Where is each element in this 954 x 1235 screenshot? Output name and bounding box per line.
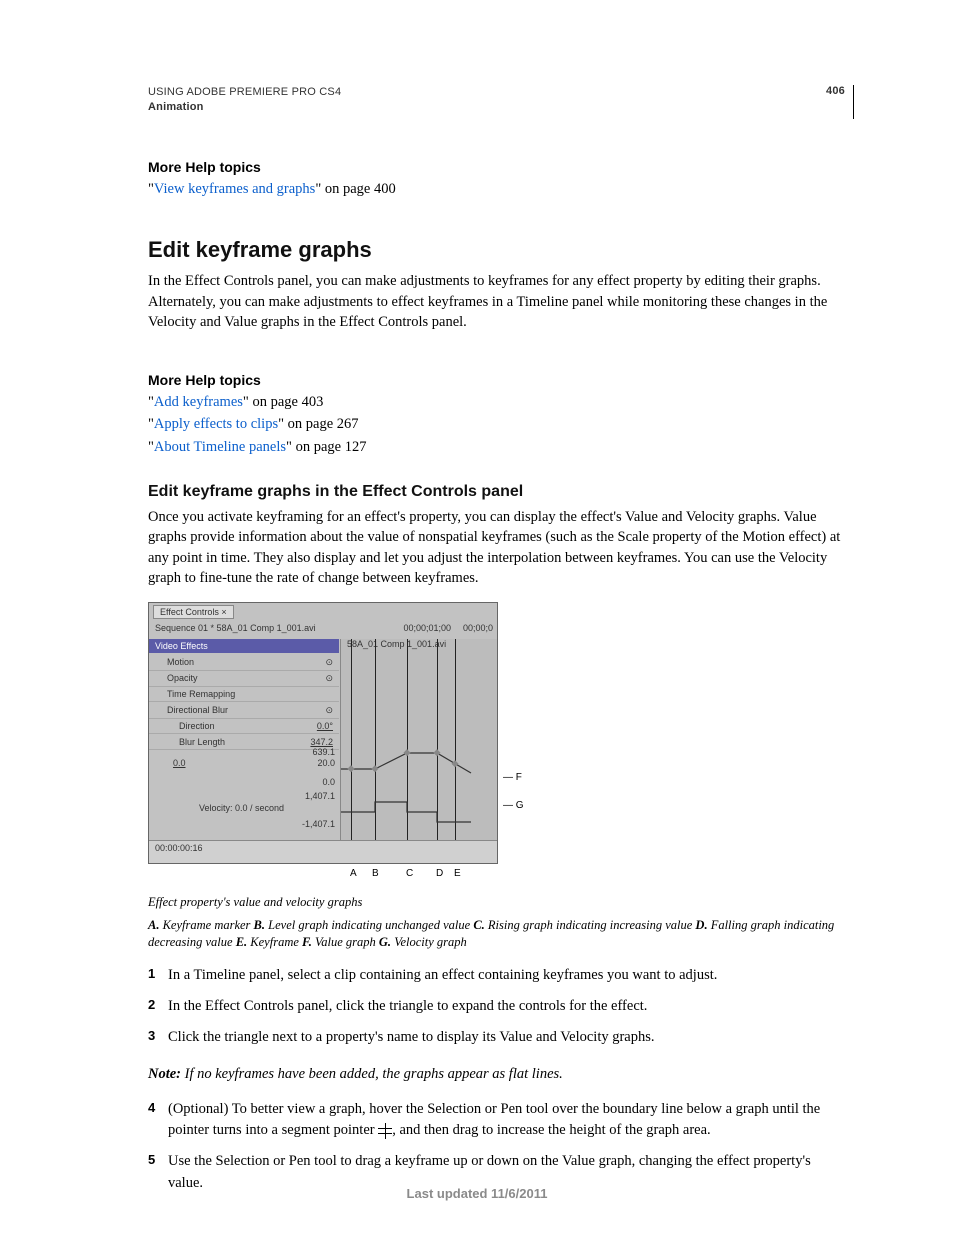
link-view-keyframes[interactable]: View keyframes and graphs [154, 181, 315, 197]
callout-a: A [350, 868, 357, 879]
figure-row-motion: Motion⊙ [149, 655, 339, 671]
page-number: 406 [826, 85, 845, 97]
figure-row-opacity: Opacity⊙ [149, 671, 339, 687]
note: Note: If no keyframes have been added, t… [148, 1064, 846, 1085]
figure-value-graph [341, 747, 497, 777]
figure-clip-name: 58A_01 Comp 1_001.avi [347, 639, 446, 649]
figure-timecode2: 00;00;0 [463, 623, 493, 633]
intro-paragraph: In the Effect Controls panel, you can ma… [148, 271, 846, 332]
step-3: Click the triangle next to a property's … [148, 1027, 846, 1048]
callout-c: C [406, 868, 413, 879]
help-link-row-1: "View keyframes and graphs" on page 400 [148, 179, 846, 199]
paragraph-2: Once you activate keyframing for an effe… [148, 507, 846, 588]
page-header: USING ADOBE PREMIERE PRO CS4 Animation 4… [148, 85, 854, 119]
link-tail-2c: " on page 127 [286, 439, 366, 455]
figure-caption-legend: A. Keyframe marker B. Level graph indica… [148, 917, 846, 951]
link-apply-effects[interactable]: Apply effects to clips [154, 416, 278, 432]
figure-sequence: Sequence 01 * 58A_01 Comp 1_001.avi [155, 623, 316, 633]
link-tail-2b: " on page 267 [278, 416, 358, 432]
figure-bottom-bar: 00:00:00:16 [149, 840, 497, 863]
header-product: USING ADOBE PREMIERE PRO CS4 [148, 85, 341, 100]
help-link-row-2a: "Add keyframes" on page 403 [148, 392, 846, 412]
note-text: If no keyframes have been added, the gra… [181, 1066, 563, 1082]
callout-b: B [372, 868, 379, 879]
figure-vel-hi: 1,407.1 [305, 791, 335, 801]
figure-value-mid: 20.0 [317, 758, 335, 768]
figure-row-blur-length: Blur Length347.2 [149, 735, 339, 750]
callout-e: E [454, 868, 461, 879]
footer-updated: Last updated 11/6/2011 [0, 1186, 954, 1201]
figure-effect-controls: Effect Controls × Sequence 01 * 58A_01 C… [148, 602, 498, 864]
steps-list-2: (Optional) To better view a graph, hover… [148, 1099, 846, 1193]
step-1: In a Timeline panel, select a clip conta… [148, 965, 846, 986]
figure-timecode: 00;00;01;00 [403, 623, 451, 633]
help-link-row-2c: "About Timeline panels" on page 127 [148, 437, 846, 457]
heading-edit-keyframe-graphs: Edit keyframe graphs [148, 237, 846, 263]
figure-video-effects-bar: Video Effects [149, 639, 339, 653]
link-tail-2a: " on page 403 [243, 394, 323, 410]
heading-edit-in-effect-controls: Edit keyframe graphs in the Effect Contr… [148, 483, 846, 501]
figure-graph-area: 58A_01 Comp 1_001.avi [340, 639, 497, 843]
figure-row-direction: Direction0.0° [149, 719, 339, 734]
more-help-heading-2: More Help topics [148, 372, 846, 388]
note-label: Note: [148, 1066, 181, 1082]
figure-value-top: 639.1 [312, 747, 335, 757]
figure-value-zero-left: 0.0 [173, 758, 186, 768]
callout-g: G [516, 800, 524, 811]
step-4: (Optional) To better view a graph, hover… [148, 1099, 846, 1141]
figure-row-directional-blur: Directional Blur⊙ [149, 703, 339, 719]
link-timeline-panels[interactable]: About Timeline panels [154, 439, 286, 455]
step-2: In the Effect Controls panel, click the … [148, 996, 846, 1017]
segment-pointer-icon [378, 1125, 392, 1137]
link-add-keyframes[interactable]: Add keyframes [154, 394, 243, 410]
callout-d: D [436, 868, 443, 879]
link-tail-1: " on page 400 [315, 181, 395, 197]
figure-row-time-remapping: Time Remapping [149, 687, 339, 702]
figure-velocity-graph [341, 797, 497, 827]
more-help-heading-1: More Help topics [148, 159, 846, 175]
figure-vel-lo: -1,407.1 [302, 819, 335, 829]
steps-list: In a Timeline panel, select a clip conta… [148, 965, 846, 1048]
figure-velocity-label: Velocity: 0.0 / second [199, 803, 284, 813]
figure-tab: Effect Controls × [153, 605, 234, 619]
header-section: Animation [148, 100, 341, 115]
figure-value-zero: 0.0 [322, 777, 335, 787]
help-link-row-2b: "Apply effects to clips" on page 267 [148, 414, 846, 434]
figure-caption-title: Effect property's value and velocity gra… [148, 894, 846, 911]
callout-f: F [516, 772, 522, 783]
